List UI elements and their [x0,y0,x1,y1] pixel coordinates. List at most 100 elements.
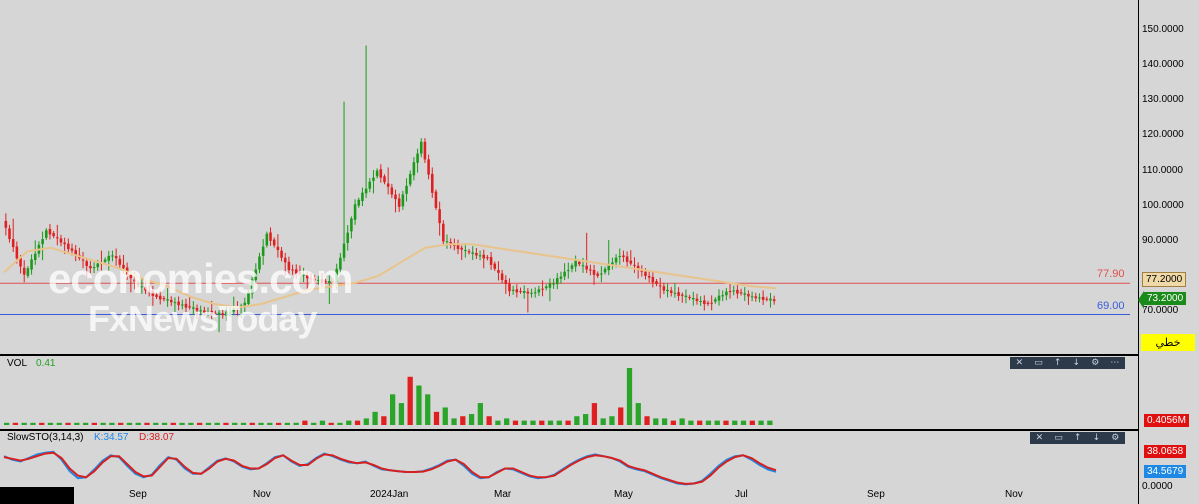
candle-body [390,187,394,195]
window-icon[interactable]: ▭ [1034,357,1043,369]
arrow-up-icon[interactable]: ↑ [1074,432,1082,444]
candle-body [703,300,706,305]
volume-bar [346,420,352,425]
chart-mode-button[interactable]: خطي [1141,334,1195,351]
volume-bar [556,420,562,425]
volume-bar [416,385,422,425]
candle-body [714,299,717,302]
candle-body [265,233,269,246]
volume-pane[interactable]: VOL 0.41 ✕ ▭ ↑ ↓ ⚙ ⋯ [0,356,1138,429]
volume-bar [4,422,10,425]
gear-icon[interactable]: ⚙ [1111,432,1119,444]
y-tick-label: 150.0000 [1142,24,1184,35]
candle-body [486,257,489,259]
candle-body [412,162,416,176]
volume-bar [118,422,124,425]
volume-bar [583,414,589,425]
candle-body [379,169,383,178]
volume-bar [205,422,212,425]
volume-bar [240,422,247,425]
volume-toolbar: ✕ ▭ ↑ ↓ ⚙ ⋯ [1010,357,1125,369]
y-tick-label: 130.0000 [1142,94,1184,106]
volume-bar [179,422,185,425]
candle-body [622,255,625,258]
arrow-up-icon[interactable]: ↑ [1054,357,1062,369]
candle-body [63,242,66,245]
candle-body [519,291,522,293]
candle-body [357,199,361,206]
volume-bar [126,422,133,425]
candle-body [552,283,555,285]
stoch-pane[interactable]: SlowSTO(3,14,3) K:34.57 D:38.07 ✕ ▭ ↑ ↓ … [0,431,1138,487]
volume-bar [109,422,115,425]
stoch-d-line [3,451,777,485]
candle-body [761,296,765,300]
time-axis[interactable] [74,487,1138,504]
candle-body [695,298,699,302]
candle-body [596,273,599,276]
volume-bar [600,418,606,425]
watermark-fxnewstoday: FxNewsToday [88,298,317,339]
arrow-down-icon[interactable]: ↓ [1073,357,1081,369]
volume-bar [504,418,510,425]
volume-bar [232,422,238,425]
candle-body [22,267,26,275]
volume-bar [591,403,598,425]
candle-body [581,265,585,267]
candle-body [445,241,449,243]
more-icon[interactable]: ⋯ [1110,357,1119,369]
volume-bar [495,420,501,425]
arrow-down-icon[interactable]: ↓ [1093,432,1101,444]
candle-body [651,276,655,283]
candle-body [544,286,548,289]
price-pane[interactable]: economies.com FxNewsToday 77.90 69.00 [0,0,1138,354]
price-axis[interactable] [1138,0,1199,504]
candle-body [614,257,618,263]
volume-bar [512,420,519,425]
candle-body [567,270,570,272]
volume-bar [697,420,703,425]
y-tick-label: 140.0000 [1142,59,1184,71]
stoch-toolbar: ✕ ▭ ↑ ↓ ⚙ [1030,432,1125,444]
volume-bar [749,420,755,425]
candle-body [732,290,736,292]
close-icon[interactable]: ✕ [1036,432,1044,444]
volume-bar [539,420,545,425]
candle-body [350,218,353,232]
volume-bar [609,416,615,425]
volume-bar [635,403,641,425]
volume-bar [328,422,334,425]
candle-body [629,260,633,264]
volume-bar [258,422,264,425]
volume-bar [547,420,554,425]
candle-body [500,273,504,281]
candle-body [747,293,750,297]
volume-bar [661,418,668,425]
candle-body [511,289,515,291]
candle-body [368,181,372,189]
gear-icon[interactable]: ⚙ [1091,357,1099,369]
candle-body [710,302,713,304]
volume-bar [311,422,317,425]
close-icon[interactable]: ✕ [1016,357,1024,369]
volume-bar [100,422,106,425]
current-price-box: 77.2000 [1142,272,1187,287]
candle-body [467,251,471,253]
candle-body [4,220,8,228]
volume-bar [21,422,27,425]
volume-bar [153,422,159,425]
candle-body [33,253,37,261]
candle-body [394,194,397,200]
candle-body [592,269,596,275]
volume-bar [407,376,413,425]
volume-bar [468,414,475,425]
candle-body [633,264,636,266]
x-tick-label: May [614,489,633,500]
candle-body [405,185,408,194]
candle-body [548,283,552,288]
candle-body [276,246,280,251]
volume-bar [354,420,361,425]
volume-bar [381,416,387,425]
window-icon[interactable]: ▭ [1054,432,1063,444]
candle-body [684,295,688,298]
